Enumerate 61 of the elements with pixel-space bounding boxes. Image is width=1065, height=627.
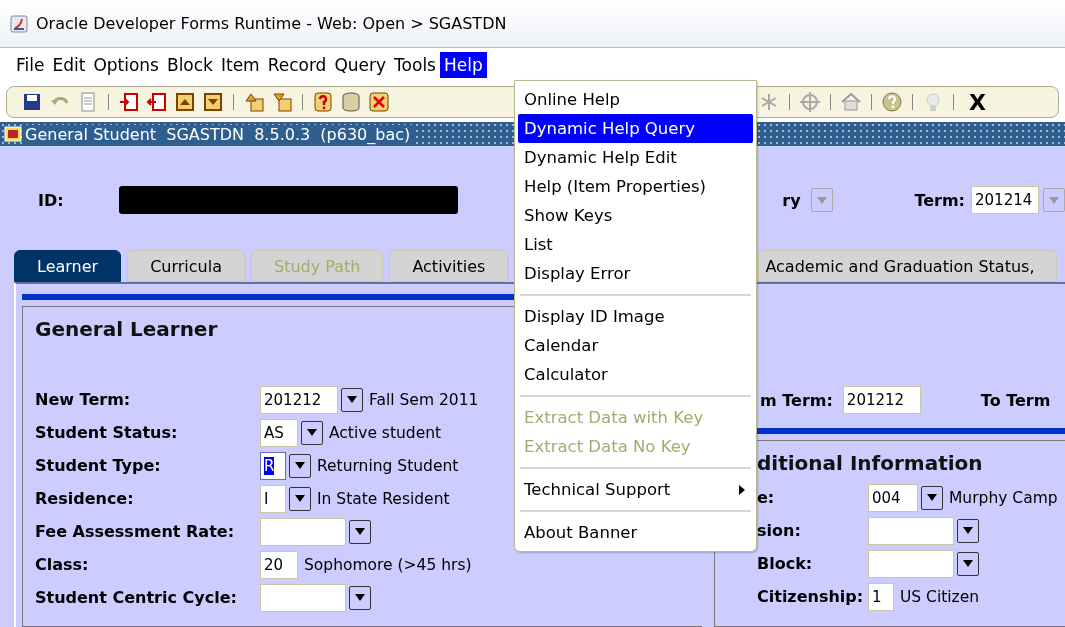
field-label: m Term:	[760, 390, 833, 410]
field-label: Residence:	[35, 489, 134, 508]
input-field[interactable]: 201212	[260, 385, 338, 414]
field-label: Citizenship:	[757, 587, 864, 606]
menu-item[interactable]: Dynamic Help Query	[518, 114, 753, 143]
menu-item[interactable]: Calculator	[518, 360, 753, 389]
field-label: New Term:	[35, 390, 131, 409]
menu-item[interactable]: File	[12, 52, 49, 78]
tab[interactable]: Curricula	[127, 250, 245, 282]
menu-item[interactable]: Query	[330, 52, 391, 78]
menu-item[interactable]: Item	[216, 52, 264, 78]
input-field[interactable]: I	[260, 484, 286, 513]
menu-item[interactable]: Edit	[48, 52, 90, 78]
menu-item[interactable]: Technical Support	[518, 475, 753, 504]
field-label: Block:	[757, 554, 813, 573]
field-label: sion:	[757, 521, 801, 540]
menu-item[interactable]: Online Help	[518, 85, 753, 114]
section-title: General Learner	[35, 317, 218, 341]
tab[interactable]: Learner	[14, 250, 122, 282]
input-field[interactable]: 20	[260, 550, 298, 579]
id-label: ID:	[38, 190, 64, 210]
menu-item[interactable]: Calendar	[518, 331, 753, 360]
menu-item[interactable]: Help	[439, 52, 487, 78]
field-description: Sophomore (>45 hrs)	[304, 555, 472, 574]
tab[interactable]: Activities	[389, 250, 509, 282]
menu-item[interactable]: Display ID Image	[518, 302, 753, 331]
field-label: e:	[757, 488, 775, 507]
field-label: Fee Assessment Rate:	[35, 522, 235, 541]
section-title: ditional Information	[757, 451, 983, 475]
menu-item[interactable]: Display Error	[518, 259, 753, 288]
menu-item[interactable]: Dynamic Help Edit	[518, 143, 753, 172]
exit-button[interactable]: X	[969, 89, 986, 115]
window-title: Oracle Developer Forms Runtime - Web: Open > SGASTDN	[36, 14, 507, 33]
field-label: To Term	[980, 390, 1051, 410]
menu-item[interactable]: About Banner	[518, 518, 753, 547]
field-description: Fall Sem 2011	[369, 390, 479, 409]
field-description: US Citizen	[900, 587, 980, 606]
field-label: Student Status:	[35, 423, 178, 442]
input-field[interactable]: AS	[260, 418, 298, 447]
field-description: Active student	[329, 423, 442, 442]
tab[interactable]: Academic and Graduation Status,	[758, 250, 1058, 282]
menu-item[interactable]: Tools	[390, 52, 440, 78]
menu-item[interactable]: Block	[162, 52, 217, 78]
menu-item[interactable]: Record	[263, 52, 331, 78]
menu-item[interactable]: List	[518, 230, 753, 259]
field-label: Class:	[35, 555, 89, 574]
menu-item[interactable]: Show Keys	[518, 201, 753, 230]
menu-item[interactable]: Help (Item Properties)	[518, 172, 753, 201]
term-field[interactable]: 201214	[971, 186, 1039, 214]
field-description: Murphy Camp	[949, 488, 1058, 507]
input-field[interactable]: 201212	[842, 386, 921, 414]
term-label: Term:	[914, 190, 965, 210]
input-field[interactable]: 004	[868, 483, 918, 512]
field-description: In State Resident	[317, 489, 450, 508]
field-description: Returning Student	[317, 456, 459, 475]
input-field[interactable]: 1	[868, 582, 894, 611]
menu-item[interactable]: Options	[89, 52, 163, 78]
field-label: Student Centric Cycle:	[35, 588, 237, 607]
input-field[interactable]: R	[260, 451, 286, 480]
field-label: ry	[782, 190, 801, 210]
field-label: Student Type:	[35, 456, 161, 475]
